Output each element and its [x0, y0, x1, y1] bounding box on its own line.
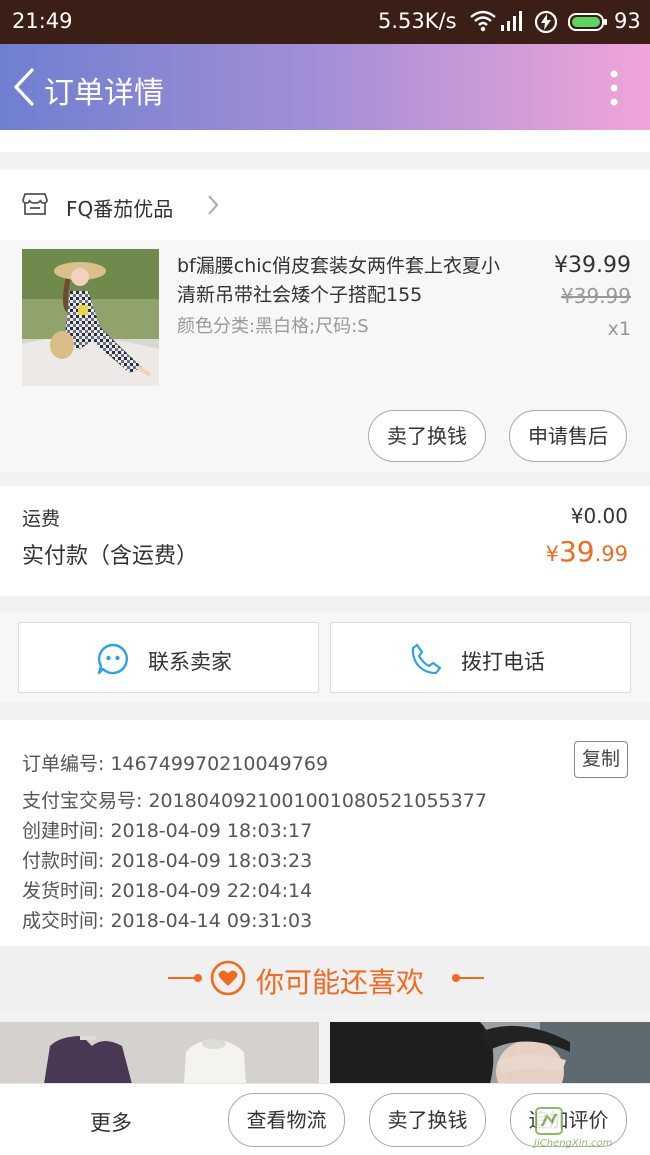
- recommend-divider-right: [456, 977, 484, 979]
- resell-button-bottom[interactable]: 卖了换钱: [369, 1093, 486, 1147]
- call-phone-label: 拨打电话: [461, 650, 545, 674]
- store-icon: [22, 193, 48, 215]
- completed-time: 成交时间: 2018-04-14 09:31:03: [22, 910, 313, 932]
- page-title: 订单详情: [44, 76, 164, 111]
- product-title[interactable]: bf漏腰chic俏皮套装女两件套上衣夏小清新吊带社会矮个子搭配155: [177, 252, 507, 310]
- product-price: ¥39.99: [554, 253, 631, 278]
- signal-icon: [501, 11, 522, 31]
- battery-percent: 93: [614, 9, 641, 33]
- call-phone-button[interactable]: 拨打电话: [330, 622, 631, 693]
- watermark-text: JiChengXin.com: [534, 1138, 613, 1149]
- contact-seller-label: 联系卖家: [148, 650, 232, 674]
- order-number: 订单编号: 146749970210049769: [22, 753, 329, 775]
- fee-summary: 运费 ¥0.00 实付款（含运费） ¥39.99: [0, 486, 650, 596]
- alipay-trade-number: 支付宝交易号: 2018040921001001080521055377: [22, 790, 487, 812]
- heart-icon: [210, 960, 246, 996]
- paid-label: 实付款（含运费）: [22, 544, 199, 569]
- chat-bubble-icon: [97, 643, 128, 675]
- paid-currency: ¥: [545, 542, 559, 566]
- product-spec: 颜色分类:黑白格;尺码:S: [177, 316, 369, 337]
- phone-icon: [411, 643, 442, 675]
- paid-integer: 39: [558, 535, 595, 568]
- contact-seller-button[interactable]: 联系卖家: [18, 622, 319, 693]
- recommend-item-image[interactable]: [330, 1022, 650, 1084]
- more-button[interactable]: 更多: [90, 1107, 132, 1137]
- more-vert-icon[interactable]: [610, 70, 618, 106]
- shipping-label: 运费: [22, 508, 61, 530]
- resell-button[interactable]: 卖了换钱: [368, 410, 486, 462]
- status-bar: 21:49 5.53K/s 93: [0, 0, 650, 44]
- charging-icon: [534, 10, 558, 34]
- site-watermark: JiChengXin.com: [534, 1106, 646, 1152]
- back-arrow-icon[interactable]: [10, 66, 40, 108]
- copy-button[interactable]: 复制: [574, 741, 628, 778]
- watermark-logo-icon: [535, 1107, 563, 1135]
- shop-name[interactable]: FQ番茄优品: [66, 193, 173, 222]
- shipped-time: 发货时间: 2018-04-09 22:04:14: [22, 880, 313, 902]
- product-thumbnail[interactable]: [22, 249, 159, 386]
- recommend-dot-left: [194, 974, 202, 982]
- after-sale-button[interactable]: 申请售后: [509, 410, 627, 462]
- top-spacer: [0, 130, 650, 152]
- paid-time: 付款时间: 2018-04-09 18:03:23: [22, 850, 313, 872]
- recommend-item-image[interactable]: [0, 1022, 319, 1084]
- recommend-divider-left: [168, 977, 196, 979]
- order-info: 订单编号: 146749970210049769 复制 支付宝交易号: 2018…: [0, 720, 650, 946]
- recommend-title: 你可能还喜欢: [256, 966, 425, 999]
- contact-bar: 联系卖家 拨打电话: [0, 612, 650, 702]
- paid-amount: ¥39.99: [546, 535, 628, 568]
- shipping-value: ¥0.00: [570, 504, 628, 528]
- product-item[interactable]: bf漏腰chic俏皮套装女两件套上衣夏小清新吊带社会矮个子搭配155 颜色分类:…: [0, 240, 650, 472]
- wifi-icon: [470, 10, 496, 32]
- shop-row[interactable]: FQ番茄优品: [0, 170, 650, 240]
- battery-icon: [568, 13, 607, 31]
- view-logistics-button[interactable]: 查看物流: [228, 1093, 345, 1147]
- chevron-right-icon: [208, 195, 219, 215]
- status-time: 21:49: [12, 9, 73, 33]
- created-time: 创建时间: 2018-04-09 18:03:17: [22, 820, 313, 842]
- paid-decimal: .99: [594, 542, 628, 566]
- product-quantity: x1: [607, 318, 631, 340]
- app-header: 订单详情: [0, 44, 650, 130]
- product-original-price: ¥39.99: [561, 284, 631, 308]
- status-net-speed: 5.53K/s: [378, 9, 457, 33]
- recommend-header: 你可能还喜欢: [0, 947, 650, 1011]
